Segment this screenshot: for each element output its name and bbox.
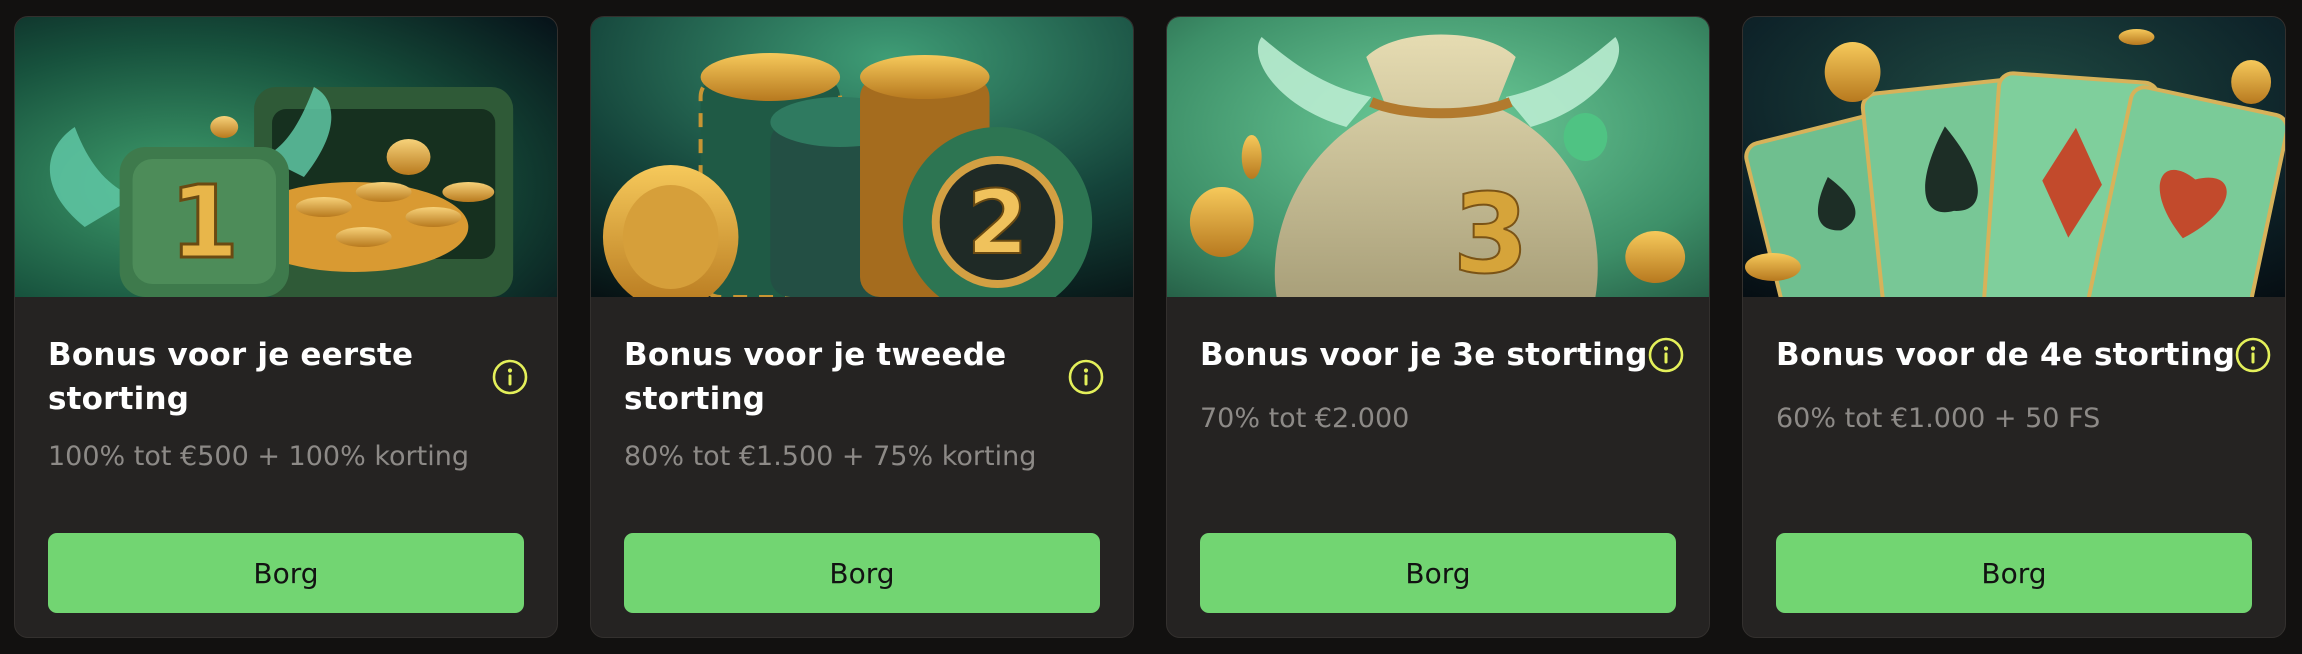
fourth-deposit-title-row: Bonus voor de 4e storting bbox=[1776, 333, 2271, 377]
first-deposit-image-number: 1 bbox=[170, 164, 239, 281]
fourth-deposit-image bbox=[1743, 17, 2285, 297]
third-deposit-subtitle: 70% tot €2.000 bbox=[1200, 403, 1410, 434]
first-deposit-title: Bonus voor je eerste storting bbox=[48, 337, 414, 417]
bonus-card-second-deposit: 2 Bonus voor je tweede storting 80% tot … bbox=[590, 16, 1134, 638]
first-deposit-subtitle: 100% tot €500 + 100% korting bbox=[48, 441, 469, 472]
info-icon[interactable] bbox=[2235, 337, 2271, 373]
second-deposit-title: Bonus voor je tweede storting bbox=[624, 337, 1007, 417]
bonus-card-first-deposit: 1 Bonus voor je eerste storting 100% tot… bbox=[14, 16, 558, 638]
fourth-deposit-subtitle: 60% tot €1.000 + 50 FS bbox=[1776, 403, 2101, 434]
info-icon[interactable] bbox=[1648, 337, 1684, 373]
third-deposit-title-row: Bonus voor je 3e storting bbox=[1200, 333, 1683, 377]
third-deposit-card-body: Bonus voor je 3e storting 70% tot €2.000… bbox=[1167, 297, 1709, 637]
third-deposit-image: 3 bbox=[1167, 17, 1709, 297]
second-deposit-image: 2 bbox=[591, 17, 1133, 297]
third-deposit-image-number: 3 bbox=[1453, 170, 1529, 297]
deposit-button[interactable]: Borg bbox=[1776, 533, 2252, 613]
bonus-card-third-deposit: 3 Bonus voor je 3e storting 70% tot €2.0… bbox=[1166, 16, 1710, 638]
third-deposit-title: Bonus voor je 3e storting bbox=[1200, 337, 1648, 373]
deposit-button[interactable]: Borg bbox=[624, 533, 1100, 613]
info-icon[interactable] bbox=[492, 359, 528, 395]
second-deposit-image-number: 2 bbox=[967, 171, 1028, 274]
second-deposit-subtitle: 80% tot €1.500 + 75% korting bbox=[624, 441, 1037, 472]
deposit-button[interactable]: Borg bbox=[1200, 533, 1676, 613]
second-deposit-card-body: Bonus voor je tweede storting 80% tot €1… bbox=[591, 297, 1133, 637]
deposit-button[interactable]: Borg bbox=[48, 533, 524, 613]
second-deposit-title-row: Bonus voor je tweede storting bbox=[624, 333, 1104, 421]
info-icon[interactable] bbox=[1068, 359, 1104, 395]
first-deposit-image: 1 bbox=[15, 17, 557, 297]
fourth-deposit-card-body: Bonus voor de 4e storting 60% tot €1.000… bbox=[1743, 297, 2285, 637]
fourth-deposit-title: Bonus voor de 4e storting bbox=[1776, 337, 2236, 373]
bonus-card-fourth-deposit: Bonus voor de 4e storting 60% tot €1.000… bbox=[1742, 16, 2286, 638]
first-deposit-title-row: Bonus voor je eerste storting bbox=[48, 333, 528, 421]
first-deposit-card-body: Bonus voor je eerste storting 100% tot €… bbox=[15, 297, 557, 637]
bonus-card-list: 1 Bonus voor je eerste storting 100% tot… bbox=[14, 16, 2288, 638]
